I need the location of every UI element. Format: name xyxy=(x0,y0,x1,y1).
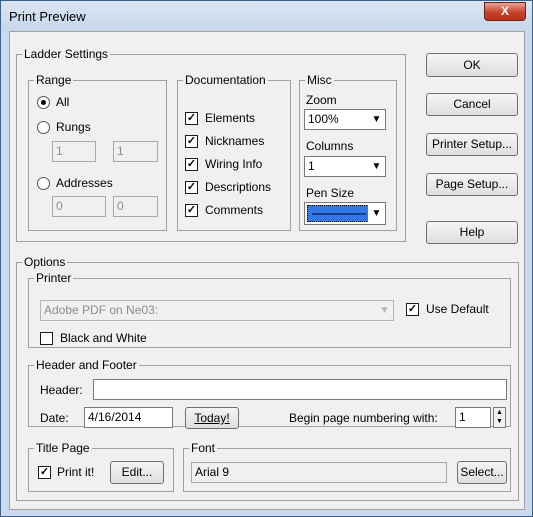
range-rungs-label: Rungs xyxy=(56,120,91,134)
font-display: Arial 9 xyxy=(191,462,447,483)
date-label: Date: xyxy=(40,411,69,425)
black-and-white-label: Black and White xyxy=(60,331,147,345)
nicknames-label: Nicknames xyxy=(205,134,265,148)
date-input[interactable]: 4/16/2014 xyxy=(84,407,173,428)
range-rungs-radio[interactable] xyxy=(37,121,50,134)
rungs-to-input[interactable]: 1 xyxy=(113,141,158,162)
close-button[interactable]: X xyxy=(484,2,526,21)
header-footer-legend: Header and Footer xyxy=(36,358,137,372)
spin-down-icon[interactable]: ▼ xyxy=(494,417,505,426)
elements-checkbox[interactable]: ✓ xyxy=(185,112,198,125)
printer-setup-button[interactable]: Printer Setup... xyxy=(426,133,518,156)
descriptions-checkbox[interactable]: ✓ xyxy=(185,181,198,194)
use-default-checkbox[interactable]: ✓ xyxy=(406,303,419,316)
columns-label: Columns xyxy=(306,139,354,153)
columns-value: 1 xyxy=(308,159,315,173)
header-label: Header: xyxy=(40,383,83,397)
ladder-settings-legend: Ladder Settings xyxy=(24,47,109,61)
today-button[interactable]: Today! xyxy=(185,407,239,429)
black-and-white-checkbox[interactable] xyxy=(40,332,53,345)
chevron-down-icon[interactable]: ▼ xyxy=(368,110,385,129)
title-bar[interactable]: Print Preview X xyxy=(1,1,532,31)
printer-select[interactable]: Adobe PDF on Ne03: ▼ xyxy=(40,300,394,321)
wiring-info-label: Wiring Info xyxy=(205,157,263,171)
zoom-value: 100% xyxy=(308,112,339,126)
use-default-label: Use Default xyxy=(426,302,489,316)
dialog-client: Ladder Settings Range All Rungs 1 1 Addr… xyxy=(9,31,525,510)
radio-selected-dot xyxy=(41,100,46,105)
options-legend: Options xyxy=(24,255,66,269)
print-it-label: Print it! xyxy=(57,465,95,479)
addresses-from-input[interactable]: 0 xyxy=(52,196,106,217)
chevron-down-icon[interactable]: ▼ xyxy=(368,157,385,176)
spin-up-icon[interactable]: ▲ xyxy=(494,408,505,417)
range-addresses-radio[interactable] xyxy=(37,177,50,190)
font-legend: Font xyxy=(191,441,216,455)
title-page-legend: Title Page xyxy=(36,441,90,455)
range-all-radio[interactable] xyxy=(37,96,50,109)
comments-label: Comments xyxy=(205,203,264,217)
page-number-input[interactable]: 1 xyxy=(455,407,491,428)
descriptions-label: Descriptions xyxy=(205,180,272,194)
addresses-to-input[interactable]: 0 xyxy=(113,196,158,217)
cancel-button[interactable]: Cancel xyxy=(426,93,518,116)
help-button[interactable]: Help xyxy=(426,221,518,244)
header-input[interactable] xyxy=(93,379,507,400)
range-all-label: All xyxy=(56,95,70,109)
zoom-label: Zoom xyxy=(306,93,337,107)
print-preview-window: Print Preview X Ladder Settings Range Al… xyxy=(0,0,533,517)
comments-checkbox[interactable]: ✓ xyxy=(185,204,198,217)
page-number-spinner[interactable]: ▲ ▼ xyxy=(493,407,506,428)
range-legend: Range xyxy=(36,73,72,87)
elements-label: Elements xyxy=(205,111,256,125)
printer-name: Adobe PDF on Ne03: xyxy=(44,303,159,317)
nicknames-checkbox[interactable]: ✓ xyxy=(185,135,198,148)
pen-size-label: Pen Size xyxy=(306,186,355,200)
zoom-select[interactable]: 100% ▼ xyxy=(304,109,386,130)
pen-line xyxy=(312,213,366,215)
printer-legend: Printer xyxy=(36,271,72,285)
today-button-label: Today! xyxy=(194,411,230,425)
range-addresses-label: Addresses xyxy=(56,176,113,190)
columns-select[interactable]: 1 ▼ xyxy=(304,156,386,177)
pen-size-select[interactable]: ▼ xyxy=(304,202,386,225)
page-numbering-label: Begin page numbering with: xyxy=(289,411,438,425)
chevron-down-icon[interactable]: ▼ xyxy=(368,203,385,224)
chevron-down-icon[interactable]: ▼ xyxy=(376,301,393,320)
window-title: Print Preview xyxy=(9,9,86,24)
page-setup-button[interactable]: Page Setup... xyxy=(426,173,518,196)
close-icon: X xyxy=(500,4,509,18)
ok-button[interactable]: OK xyxy=(426,53,518,77)
edit-title-page-button[interactable]: Edit... xyxy=(110,461,164,484)
rungs-from-input[interactable]: 1 xyxy=(52,141,96,162)
pen-size-swatch xyxy=(307,205,371,222)
font-select-button[interactable]: Select... xyxy=(457,461,507,484)
misc-legend: Misc xyxy=(307,73,332,87)
wiring-info-checkbox[interactable]: ✓ xyxy=(185,158,198,171)
print-it-checkbox[interactable]: ✓ xyxy=(38,466,51,479)
documentation-legend: Documentation xyxy=(185,73,266,87)
